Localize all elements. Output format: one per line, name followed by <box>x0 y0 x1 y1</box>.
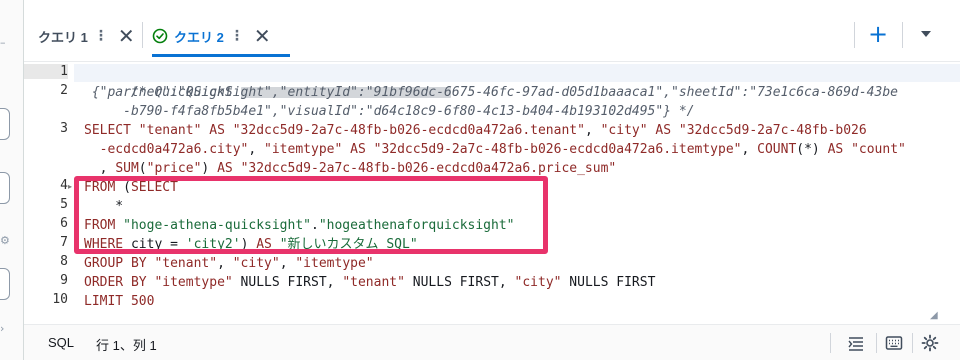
editor-status-bar: SQL 行 1、列 1 <box>24 324 960 360</box>
identifier: "tenant" <box>154 256 218 271</box>
code-line-8: GROUP BY "tenant", "city", "itemtype" <box>84 254 374 273</box>
line-number-gutter: 1 2 3 4 ▸ 5 6 7 8 9 10 <box>24 62 74 324</box>
identifier: "itemtype" <box>264 142 343 157</box>
code-line-3: SELECT "tenant" AS "32dcc5d9-2a7c-48fb-b… <box>84 121 867 140</box>
code-line-2: {"partner":"QuickSight","entityId":"91bf… <box>84 83 898 102</box>
code-line-3-wrap-1: -ecdcd0a472a6.city", "itemtype" AS "32dc… <box>84 140 906 159</box>
punct: , <box>584 123 601 138</box>
gear-small-icon[interactable]: ⚙ <box>0 234 10 247</box>
resize-grip-icon[interactable]: ◢ <box>930 310 938 321</box>
line-number: 7 <box>60 235 68 250</box>
comment-text: {"partner":"QuickSight","entityId":"91bf… <box>84 85 898 100</box>
annotation-highlight-box <box>74 176 548 254</box>
keyword: AS <box>647 123 679 138</box>
line-number: 6 <box>60 216 68 231</box>
line-number: 4 <box>60 178 68 193</box>
line-number: 10 <box>52 292 68 307</box>
tab-menu-icon[interactable]: ⋮ <box>94 28 108 44</box>
tab-divider <box>142 22 143 48</box>
status-divider <box>912 333 913 353</box>
active-tab-indicator <box>152 54 290 57</box>
keyword: AS <box>201 123 233 138</box>
identifier: -ecdcd0a472a6.city" <box>84 142 249 157</box>
code-line-1: /* QuickSight <box>84 64 451 100</box>
identifier: "city" <box>232 256 280 271</box>
query-tab-bar: クエリ 1 ⋮ ✕ クエリ 2 ⋮ ✕ + <box>24 0 960 62</box>
identifier: "32dcc5d9-2a7c-48fb-b026-ecdcd0a472a6.pr… <box>240 161 617 176</box>
caret-down-icon <box>921 31 931 37</box>
add-query-button[interactable]: + <box>862 18 894 50</box>
identifier: "32dcc5d9-2a7c-48fb-b026-ecdcd0a472a6.it… <box>373 142 742 157</box>
line-number: 5 <box>60 197 68 212</box>
punct: (*) <box>796 142 820 157</box>
tab-label: クエリ 2 <box>174 29 224 45</box>
keyword: ORDER BY <box>84 275 155 290</box>
line-number: 9 <box>60 273 68 288</box>
punct: , <box>279 256 296 271</box>
identifier: "itemtype" <box>154 275 233 290</box>
keyword: AS <box>209 161 241 176</box>
function: COUNT <box>757 142 797 157</box>
punct: ( <box>138 161 147 176</box>
left-field-3[interactable] <box>0 268 10 300</box>
identifier: "count" <box>851 142 906 157</box>
plus-icon: + <box>867 20 889 48</box>
identifier: "32dcc5d9-2a7c-48fb-b026-ecdcd0a472a6.te… <box>232 123 585 138</box>
left-field-1[interactable] <box>0 108 10 140</box>
more-options-button[interactable] <box>912 18 940 50</box>
left-field-2[interactable] <box>0 172 10 204</box>
cursor-position: 行 1、列 1 <box>96 338 157 353</box>
check-circle-icon <box>152 28 168 44</box>
number-literal: 500 <box>130 294 155 309</box>
keyword: SELECT <box>84 123 139 138</box>
line-number: 3 <box>60 121 68 136</box>
punct: , <box>217 256 233 271</box>
keyword: AS <box>342 142 374 157</box>
keyword: NULLS FIRST <box>404 275 499 290</box>
line-number: 8 <box>60 254 68 269</box>
identifier: "city" <box>600 123 648 138</box>
code-line-9: ORDER BY "itemtype" NULLS FIRST, "tenant… <box>84 273 655 292</box>
tab-query-1[interactable]: クエリ 1 ⋮ ✕ <box>38 16 135 56</box>
close-icon[interactable]: ✕ <box>254 26 271 46</box>
line-number: 1 <box>24 64 68 79</box>
identifier: "32dcc5d9-2a7c-48fb-b026 <box>678 123 867 138</box>
chevron-right-icon[interactable]: › <box>0 322 4 335</box>
identifier: "tenant" <box>138 123 202 138</box>
keyword: NULLS FIRST <box>232 275 327 290</box>
status-divider <box>830 333 831 353</box>
identifier: "city" <box>514 275 562 290</box>
punct: , <box>84 161 116 176</box>
punct: , <box>248 142 265 157</box>
identifier: "price" <box>146 161 202 176</box>
comment-text: -b790-f4fa8fb5b4e1","visualId":"d64c18c9… <box>84 104 695 119</box>
status-divider <box>876 333 877 353</box>
keyword: LIMIT <box>84 294 131 309</box>
format-icon[interactable] <box>846 333 866 353</box>
keyword: NULLS FIRST <box>561 275 656 290</box>
identifier: "tenant" <box>342 275 405 290</box>
line-number: 2 <box>60 83 68 98</box>
toolbar-divider <box>902 22 903 48</box>
code-line-2-wrap: -b790-f4fa8fb5b4e1","visualId":"d64c18c9… <box>84 102 694 121</box>
close-icon[interactable]: ✕ <box>118 26 135 46</box>
keyboard-icon[interactable] <box>884 333 904 353</box>
punct: , <box>326 275 343 290</box>
gear-icon[interactable] <box>920 333 940 353</box>
tab-menu-icon[interactable]: ⋮ <box>230 28 244 44</box>
toolbar-divider <box>854 22 855 48</box>
left-panel-strip: – ⚙ › <box>0 0 24 360</box>
punct: , <box>498 275 515 290</box>
tab-query-2[interactable]: クエリ 2 ⋮ ✕ <box>152 16 290 57</box>
identifier: "itemtype" <box>295 256 374 271</box>
keyword: GROUP BY <box>84 256 155 271</box>
code-line-10: LIMIT 500 <box>84 292 154 311</box>
keyword: AS <box>819 142 852 157</box>
language-indicator: SQL <box>48 335 75 350</box>
collapse-icon[interactable]: – <box>0 36 6 49</box>
punct: , <box>741 142 758 157</box>
function: SUM <box>115 161 139 176</box>
tab-label: クエリ 1 <box>38 29 88 45</box>
